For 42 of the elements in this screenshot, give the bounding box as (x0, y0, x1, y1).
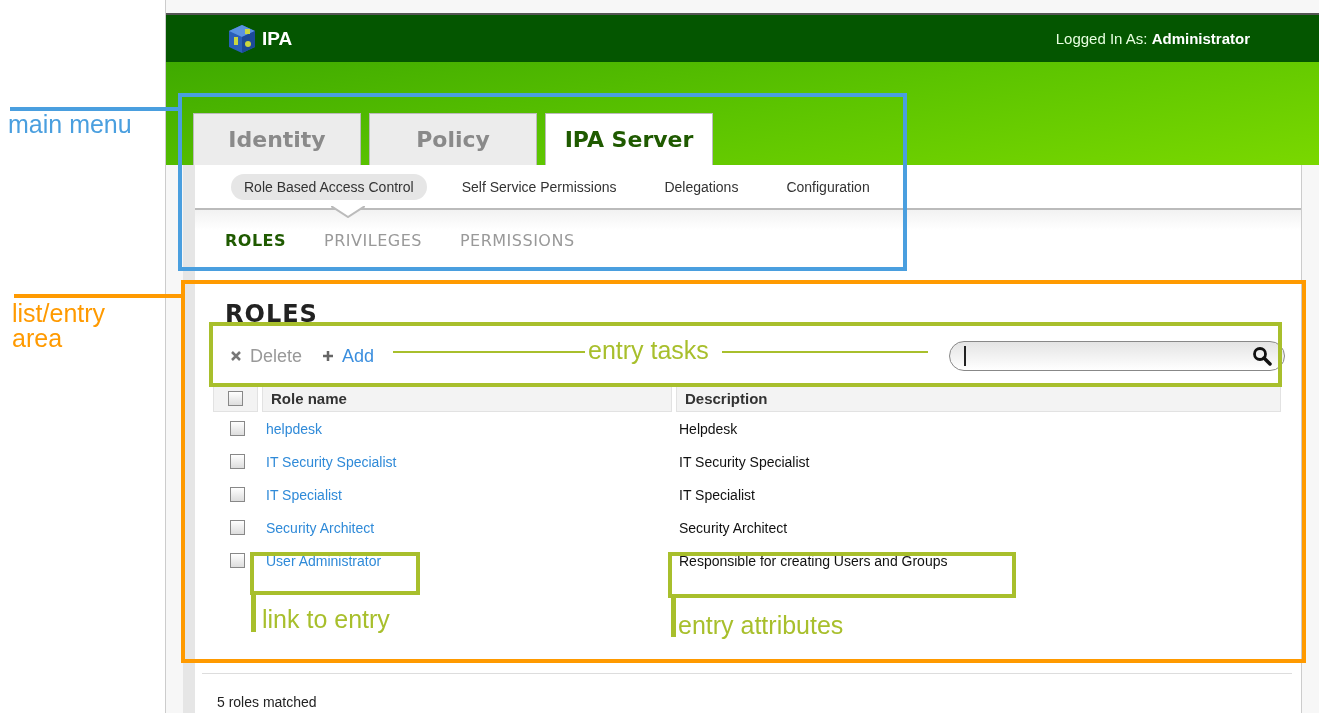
table-cell: Helpdesk (679, 420, 738, 437)
submenu-item[interactable]: Self Service Permissions (448, 173, 630, 200)
role-link[interactable]: IT Specialist (266, 486, 342, 503)
cube-icon (226, 22, 258, 55)
checkbox[interactable] (230, 553, 245, 568)
text-cursor (964, 346, 966, 366)
annotation-label: link to entry (262, 607, 390, 632)
close-icon (230, 350, 242, 362)
table-cell: IT Security Specialist (679, 453, 810, 470)
role-link[interactable]: Security Architect (266, 519, 375, 536)
role-link[interactable]: IT Security Specialist (266, 453, 397, 470)
section-tab[interactable]: PERMISSIONS (459, 230, 575, 250)
annotation-label: entry attributes (678, 613, 844, 638)
status-text: 5 roles matched (217, 694, 317, 710)
table-cell: Security Architect (679, 519, 788, 536)
main-tab[interactable]: Policy (369, 113, 537, 165)
submenu-item[interactable]: Configuration (773, 173, 883, 200)
annotation-label: main menu (8, 112, 132, 137)
checkbox[interactable] (228, 390, 243, 406)
submenu-item[interactable]: Delegations (651, 173, 752, 200)
checkbox[interactable] (230, 487, 245, 502)
annotation-label: entry tasks (588, 338, 709, 363)
logged-in-user: Logged In As: Administrator (1055, 30, 1250, 47)
checkbox[interactable] (230, 520, 245, 535)
annotation-label: list/entry area (12, 301, 107, 351)
list-title: ROLES (224, 300, 318, 328)
table-cell: Responsible for creating Users and Groups (679, 552, 948, 569)
main-tab[interactable]: IPA Server (545, 113, 713, 165)
main-tab[interactable]: Identity (193, 113, 361, 165)
checkbox[interactable] (230, 454, 245, 469)
table-cell: IT Specialist (679, 486, 755, 503)
section-tab[interactable]: ROLES (225, 230, 287, 250)
app-name: IPA (262, 27, 293, 50)
role-link[interactable]: helpdesk (266, 420, 323, 437)
role-link[interactable]: User Administrator (266, 552, 382, 569)
add-button[interactable]: Add (322, 345, 375, 367)
checkbox[interactable] (230, 421, 245, 436)
plus-icon (322, 350, 335, 362)
section-tab[interactable]: PRIVILEGES (324, 230, 422, 250)
search-icon (1252, 346, 1272, 366)
search-field[interactable] (949, 341, 1285, 371)
submenu-item[interactable]: Role Based Access Control (231, 173, 427, 200)
